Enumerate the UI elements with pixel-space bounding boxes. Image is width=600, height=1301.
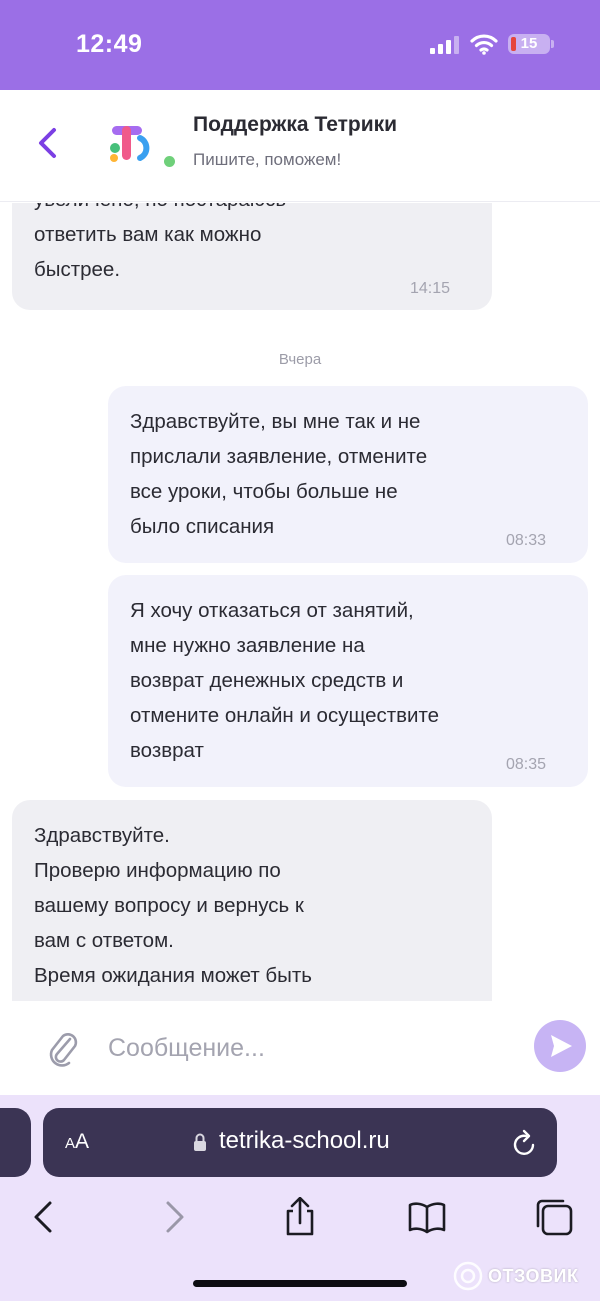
- message-text: Я хочу отказаться от занятий, мне нужно …: [130, 599, 440, 762]
- paperclip-icon[interactable]: [46, 1027, 80, 1067]
- wifi-icon: [470, 34, 498, 55]
- day-separator: Вчера: [278, 351, 322, 368]
- message-text: Здравствуйте, вы мне так и не прислали з…: [130, 410, 428, 538]
- battery-level: 15: [520, 35, 538, 52]
- address-bar[interactable]: AA tetrika-school.ru: [43, 1108, 557, 1177]
- send-button[interactable]: [534, 1020, 586, 1072]
- url-text: tetrika-school.ru: [219, 1127, 390, 1154]
- share-icon[interactable]: [280, 1197, 320, 1237]
- browser-chrome: AA tetrika-school.ru ОТЗОВИК: [0, 1095, 600, 1301]
- lock-icon: [194, 1133, 206, 1151]
- message-input[interactable]: [108, 1027, 508, 1069]
- message-composer: [0, 1001, 600, 1095]
- message-text: увеличено, но постараюсь ответить вам ка…: [34, 203, 286, 281]
- message-time: 08:35: [506, 756, 547, 773]
- online-indicator: [164, 156, 175, 167]
- back-icon[interactable]: [24, 1197, 64, 1237]
- message-incoming: Здравствуйте. Проверю информацию по ваше…: [12, 800, 492, 1001]
- back-button[interactable]: [30, 120, 66, 166]
- status-bar: 12:49 15: [0, 0, 600, 90]
- bookmarks-icon[interactable]: [407, 1197, 447, 1237]
- message-list[interactable]: увеличено, но постараюсь ответить вам ка…: [0, 203, 600, 1001]
- previous-tab[interactable]: [0, 1108, 31, 1177]
- home-indicator: [193, 1280, 407, 1287]
- reader-aa-button[interactable]: AA: [65, 1130, 89, 1154]
- chat-subtitle: Пишите, поможем!: [193, 150, 342, 169]
- signal-icon: [430, 36, 459, 54]
- message-outgoing: Я хочу отказаться от занятий, мне нужно …: [108, 575, 588, 787]
- otzovik-logo-icon: [453, 1261, 483, 1291]
- message-time: 14:15: [410, 280, 451, 297]
- chat-title: Поддержка Тетрики: [193, 113, 398, 136]
- message-time: 08:33: [506, 532, 547, 549]
- watermark-text: ОТЗОВИК: [488, 1266, 579, 1286]
- message-incoming: увеличено, но постараюсь ответить вам ка…: [12, 203, 492, 310]
- message-text: Здравствуйте. Проверю информацию по ваше…: [34, 824, 312, 987]
- status-time: 12:49: [76, 30, 143, 58]
- reload-icon[interactable]: [511, 1128, 539, 1158]
- otzovik-watermark: ОТЗОВИК: [452, 1260, 578, 1292]
- message-outgoing: Здравствуйте, вы мне так и не прислали з…: [108, 386, 588, 563]
- tetrika-logo: [110, 126, 150, 162]
- battery-icon: 15: [508, 34, 550, 54]
- tabs-icon[interactable]: [534, 1197, 574, 1237]
- forward-icon[interactable]: [154, 1197, 194, 1237]
- chat-header: Поддержка Тетрики Пишите, поможем!: [0, 90, 600, 202]
